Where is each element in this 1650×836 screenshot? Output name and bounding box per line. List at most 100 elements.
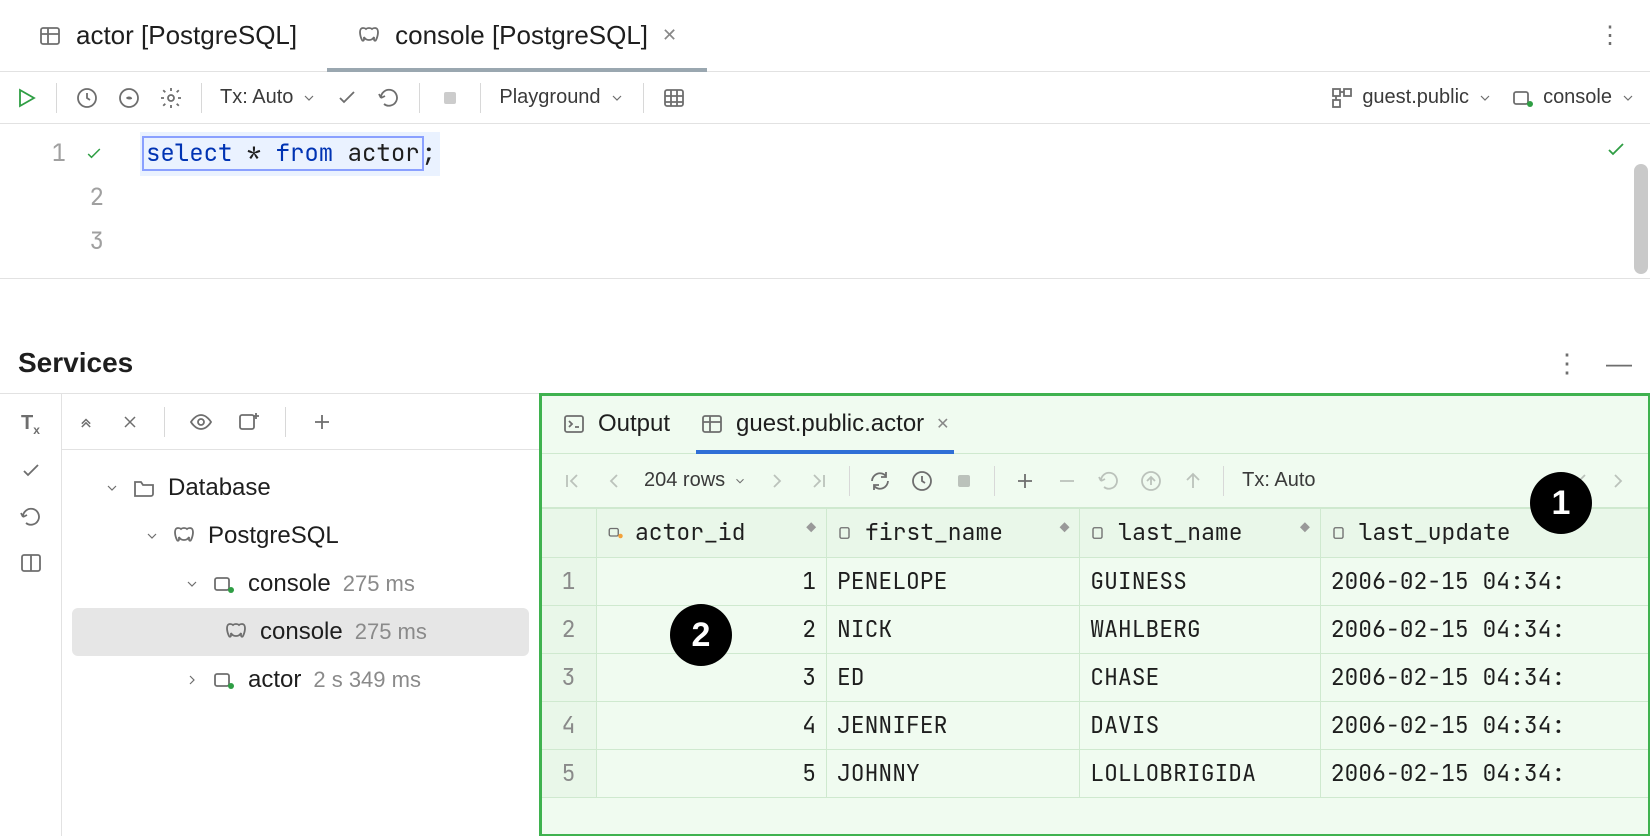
plan-icon[interactable] — [117, 86, 141, 110]
rollback-icon[interactable] — [19, 505, 43, 529]
cell[interactable]: JOHNNY — [827, 749, 1080, 797]
tab-label: console [PostgreSQL] — [395, 20, 648, 51]
cell[interactable]: GUINESS — [1080, 557, 1320, 605]
tree-node-session[interactable]: console 275 ms — [72, 608, 529, 656]
kebab-menu[interactable]: ⋮ — [1554, 348, 1580, 379]
gear-icon[interactable] — [159, 86, 183, 110]
run-icon[interactable] — [14, 86, 38, 110]
history-icon[interactable] — [910, 469, 934, 493]
sql-text: * — [232, 138, 275, 169]
tree-node-postgresql[interactable]: PostgreSQL — [72, 512, 529, 560]
cell[interactable]: 1 — [597, 557, 827, 605]
results-tab-table[interactable]: guest.public.actor ✕ — [700, 394, 950, 453]
tab-console[interactable]: console [PostgreSQL] ✕ — [327, 0, 707, 71]
check-icon — [1604, 138, 1628, 162]
prev-page-icon[interactable] — [602, 469, 626, 493]
cell[interactable]: CHASE — [1080, 653, 1320, 701]
next-page-icon[interactable] — [765, 469, 789, 493]
cell[interactable]: PENELOPE — [827, 557, 1080, 605]
cell[interactable]: 2006-02-15 04:34: — [1320, 653, 1649, 701]
tree-time: 275 ms — [343, 560, 415, 608]
upload-icon[interactable] — [1139, 469, 1163, 493]
cell[interactable]: 4 — [597, 701, 827, 749]
add-icon[interactable] — [310, 410, 334, 434]
sql-editor[interactable]: 1 2 3 select * from actor; — [0, 124, 1650, 279]
code-area[interactable]: select * from actor; — [118, 124, 1650, 278]
column-header[interactable]: last_name◆ — [1080, 509, 1320, 558]
new-session-icon[interactable] — [237, 410, 261, 434]
chevron-down-icon — [1620, 90, 1636, 106]
column-header[interactable]: actor_id◆ — [597, 509, 827, 558]
layout-icon[interactable] — [19, 551, 43, 575]
stop-icon[interactable] — [952, 469, 976, 493]
tab-label: Output — [598, 410, 670, 438]
separator — [56, 83, 57, 113]
separator — [849, 466, 850, 496]
tx-mode-dropdown[interactable]: Tx: Auto — [1242, 469, 1315, 492]
tree-node-session[interactable]: actor 2 s 349 ms — [72, 656, 529, 704]
cell[interactable]: DAVIS — [1080, 701, 1320, 749]
table-row[interactable]: 44JENNIFERDAVIS2006-02-15 04:34: — [541, 701, 1650, 749]
remove-row-icon[interactable] — [1055, 469, 1079, 493]
grid-view-icon[interactable] — [662, 86, 686, 110]
cell[interactable]: JENNIFER — [827, 701, 1080, 749]
table-row[interactable]: 11PENELOPEGUINESS2006-02-15 04:34: — [541, 557, 1650, 605]
sort-icon[interactable]: ◆ — [1300, 517, 1310, 538]
cell[interactable]: 2006-02-15 04:34: — [1320, 749, 1649, 797]
editor-toolbar: Tx: Auto Playground guest.public console — [0, 72, 1650, 124]
grid-header-row: actor_id◆ first_name◆ last_name◆ last_up… — [541, 509, 1650, 558]
separator — [643, 83, 644, 113]
tree-node-database[interactable]: Database — [72, 464, 529, 512]
minimize-icon[interactable]: — — [1606, 348, 1632, 379]
add-row-icon[interactable] — [1013, 469, 1037, 493]
last-page-icon[interactable] — [807, 469, 831, 493]
results-toolbar: 204 rows Tx: Auto — [540, 454, 1650, 508]
cell[interactable]: LOLLOBRIGIDA — [1080, 749, 1320, 797]
commit-icon[interactable] — [19, 459, 43, 483]
cell[interactable]: 2006-02-15 04:34: — [1320, 557, 1649, 605]
close-icon[interactable]: ✕ — [662, 25, 677, 46]
column-header[interactable]: first_name◆ — [827, 509, 1080, 558]
submit-icon[interactable] — [1181, 469, 1205, 493]
sort-icon[interactable]: ◆ — [806, 517, 816, 538]
tree-node-session[interactable]: console 275 ms — [72, 560, 529, 608]
tab-actor[interactable]: actor [PostgreSQL] — [8, 0, 327, 71]
sort-icon[interactable]: ◆ — [1060, 517, 1070, 538]
eye-icon[interactable] — [189, 410, 213, 434]
tx-mode-dropdown[interactable]: Tx: Auto — [220, 86, 317, 109]
rollback-icon[interactable] — [377, 86, 401, 110]
column-icon — [1331, 524, 1349, 542]
cell[interactable]: 2006-02-15 04:34: — [1320, 605, 1649, 653]
close-icon[interactable] — [120, 412, 140, 432]
revert-icon[interactable] — [1097, 469, 1121, 493]
collapse-icon[interactable] — [76, 412, 96, 432]
next-icon[interactable] — [1606, 469, 1630, 493]
cell[interactable]: 2006-02-15 04:34: — [1320, 701, 1649, 749]
sql-text: ; — [422, 138, 436, 169]
grid-corner — [541, 509, 597, 558]
cell[interactable]: 5 — [597, 749, 827, 797]
scrollbar-thumb[interactable] — [1634, 164, 1648, 274]
tx-icon[interactable]: Tx — [21, 412, 40, 437]
refresh-icon[interactable] — [868, 469, 892, 493]
close-icon[interactable]: ✕ — [936, 414, 949, 434]
elephant-icon — [172, 524, 196, 548]
schema-dropdown[interactable]: guest.public — [1330, 86, 1493, 110]
stop-icon[interactable] — [438, 86, 462, 110]
kebab-menu[interactable]: ⋮ — [1578, 21, 1642, 50]
column-header[interactable]: last_update — [1320, 509, 1649, 558]
session-dropdown[interactable]: console — [1511, 86, 1636, 110]
first-page-icon[interactable] — [560, 469, 584, 493]
history-icon[interactable] — [75, 86, 99, 110]
rows-dropdown[interactable]: 204 rows — [644, 469, 747, 492]
separator — [201, 83, 202, 113]
separator — [480, 83, 481, 113]
commit-icon[interactable] — [335, 86, 359, 110]
cell[interactable]: NICK — [827, 605, 1080, 653]
table-row[interactable]: 55JOHNNYLOLLOBRIGIDA2006-02-15 04:34: — [541, 749, 1650, 797]
services-tree-panel: Database PostgreSQL console 275 ms conso… — [62, 394, 540, 836]
playground-dropdown[interactable]: Playground — [499, 86, 624, 109]
results-tab-output[interactable]: Output — [562, 394, 670, 453]
cell[interactable]: ED — [827, 653, 1080, 701]
cell[interactable]: WAHLBERG — [1080, 605, 1320, 653]
